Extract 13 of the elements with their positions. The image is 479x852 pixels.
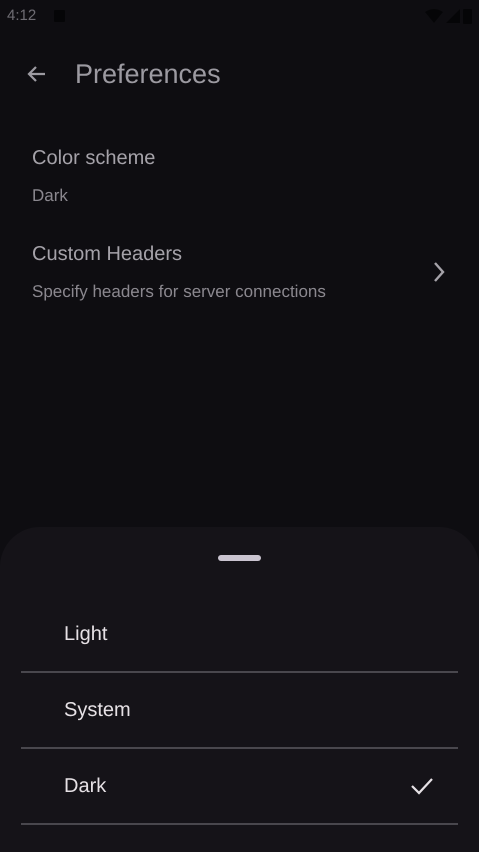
option-label: Light — [64, 622, 108, 647]
option-label: Dark — [64, 774, 106, 799]
preference-title: Custom Headers — [32, 242, 184, 268]
status-time: 4:12 — [7, 6, 36, 26]
preference-summary: Dark — [32, 185, 69, 208]
screen-title: Preferences — [75, 58, 221, 91]
chevron-right-icon — [433, 261, 445, 283]
preference-item[interactable]: Color scheme Dark — [0, 128, 479, 224]
preference-summary: Specify headers for server connections — [32, 281, 326, 304]
drag-handle[interactable] — [218, 555, 261, 561]
preference-title: Color scheme — [32, 146, 156, 172]
option-label: System — [64, 698, 131, 723]
preference-item[interactable]: Custom Headers Specify headers for server connections — [0, 224, 479, 320]
